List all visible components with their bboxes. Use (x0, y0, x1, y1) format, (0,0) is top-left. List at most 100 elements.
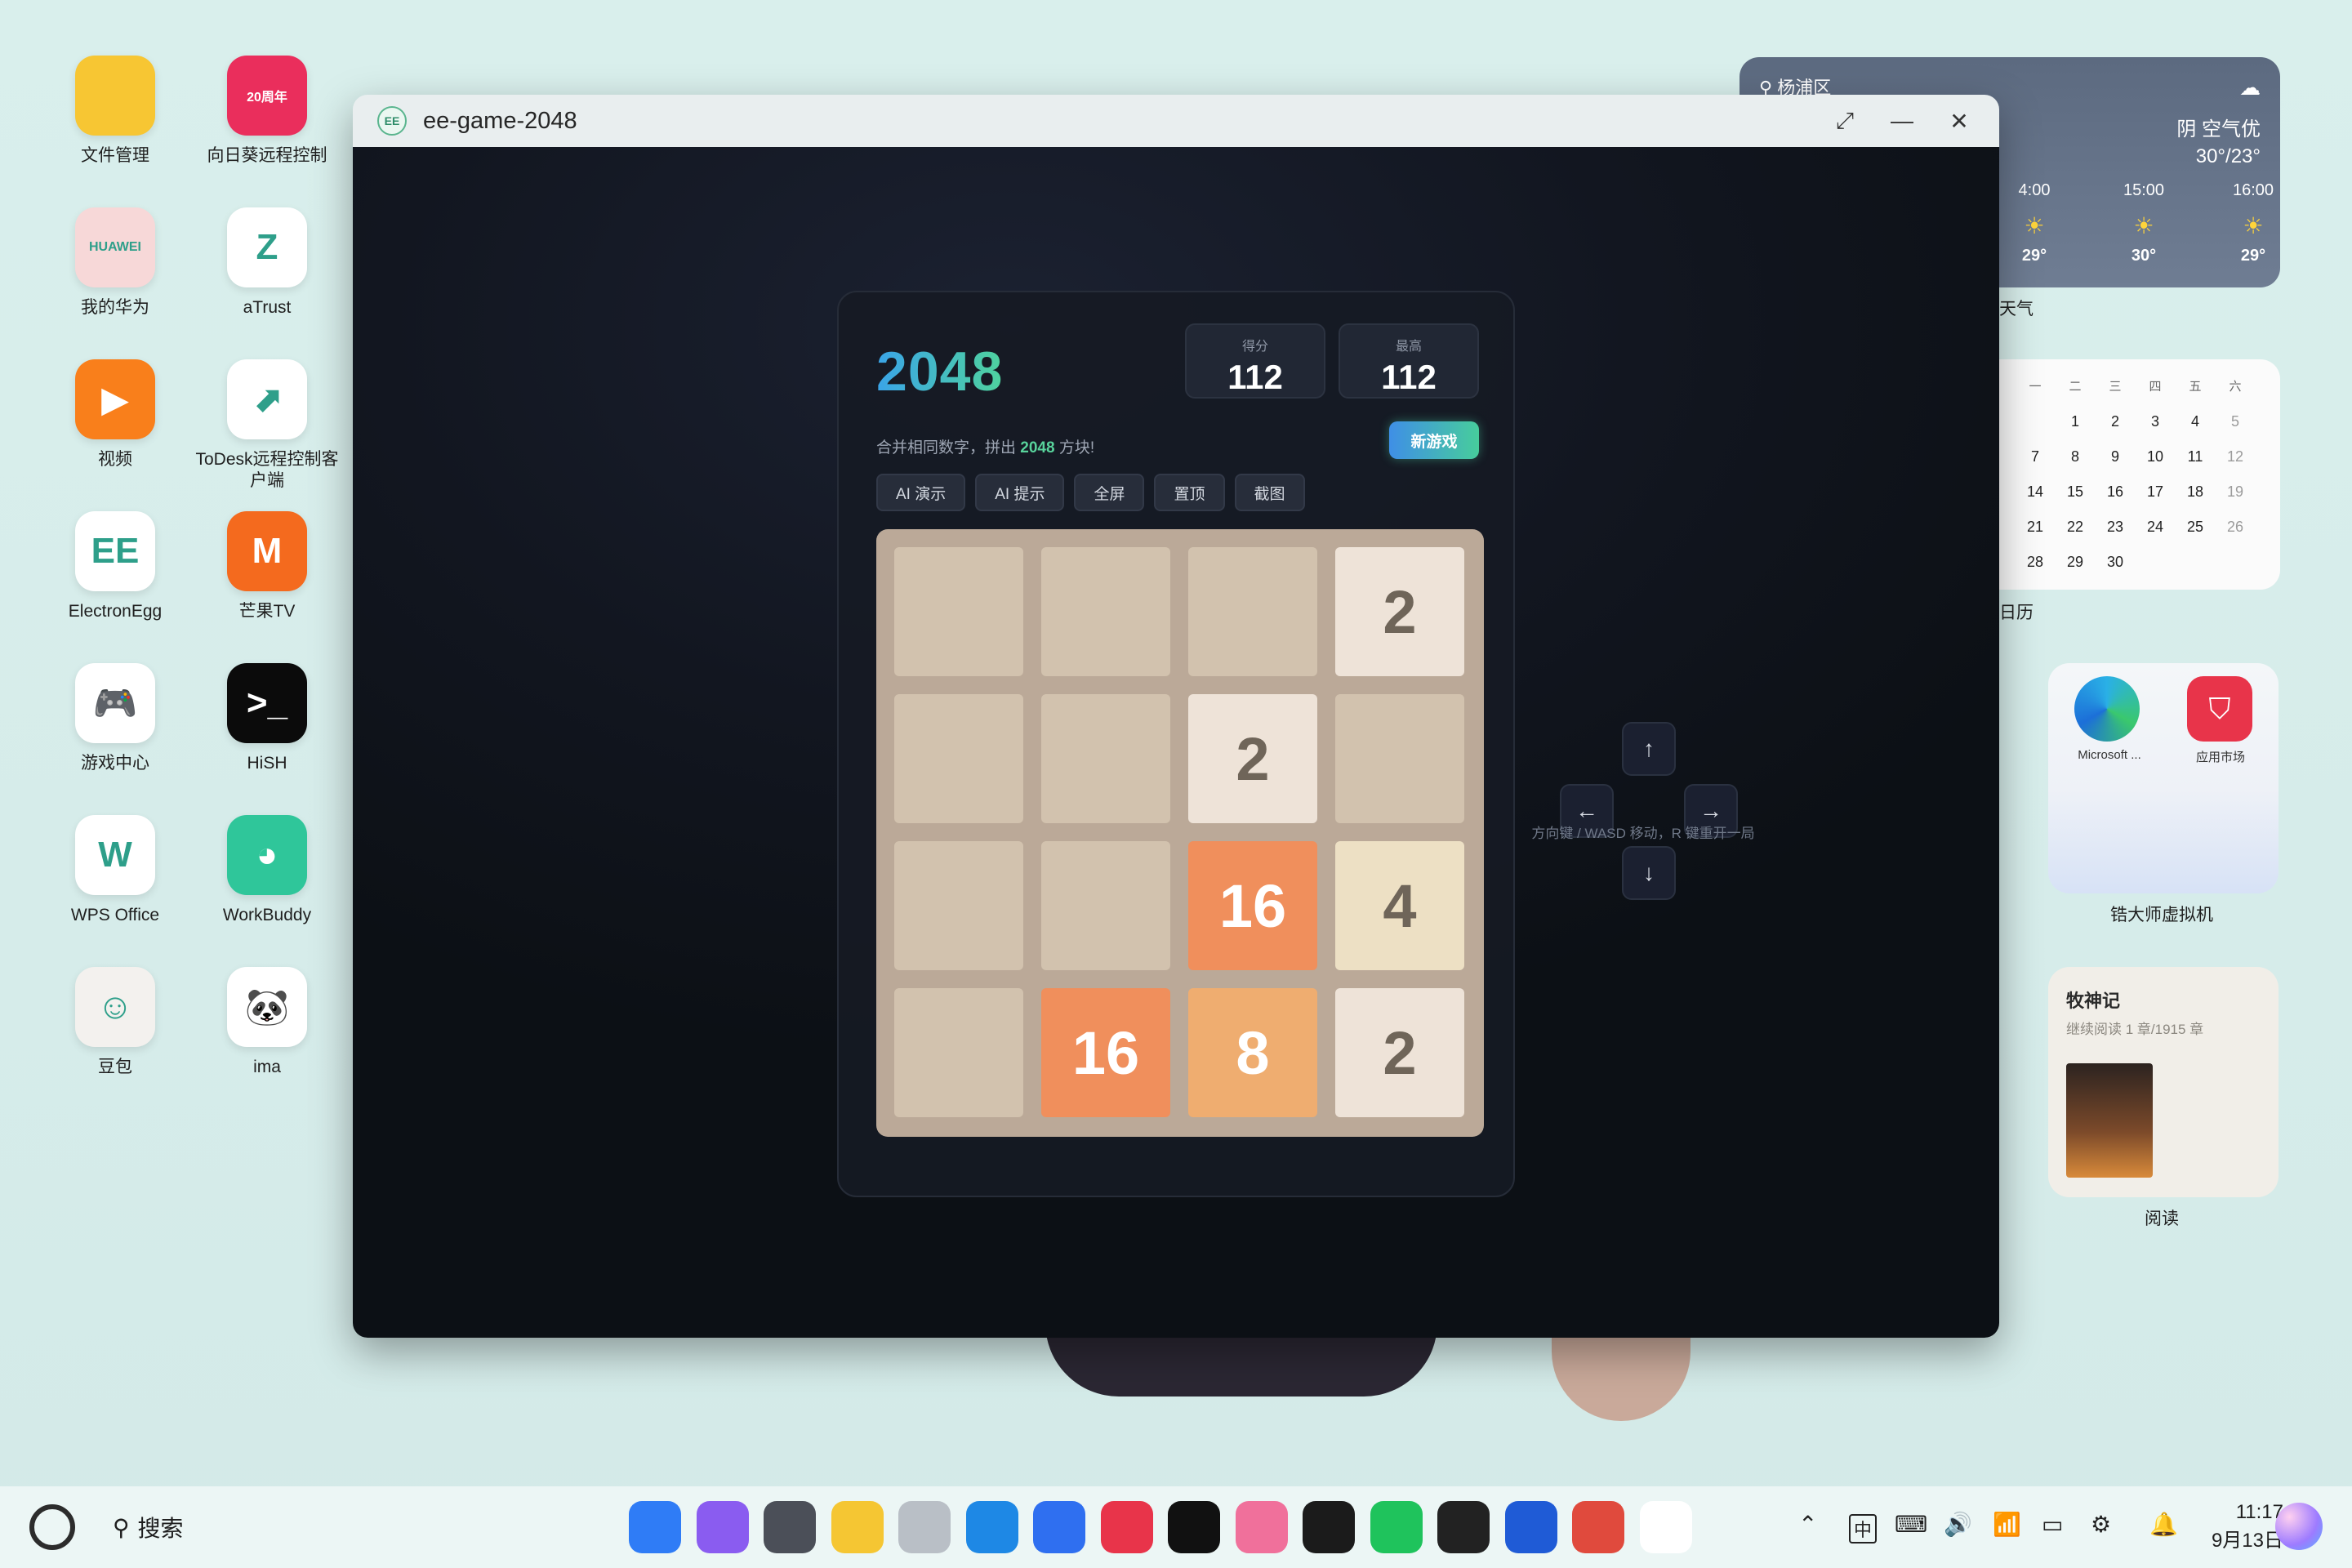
calendar-day[interactable]: 16 (2097, 483, 2133, 501)
desktop-icon[interactable]: 文件管理 (38, 56, 193, 167)
calendar-day[interactable]: 23 (2097, 519, 2133, 536)
video-play-icon[interactable]: ▶ (75, 359, 155, 439)
start-button[interactable] (29, 1504, 75, 1550)
huawei-icon[interactable]: HUAWEI (75, 207, 155, 287)
doubao-avatar-icon[interactable]: ☺ (75, 967, 155, 1047)
control-center-icon[interactable]: ⚙ (2091, 1511, 2111, 1538)
workbuddy-icon[interactable]: ◕ (227, 815, 307, 895)
arrow-up-button[interactable]: ↑ (1622, 722, 1676, 776)
calendar-day[interactable]: 9 (2097, 448, 2133, 466)
terminal-icon[interactable]: >_ (227, 663, 307, 743)
toolbar-button[interactable]: AI 提示 (975, 474, 1065, 511)
calendar-day[interactable]: 2 (2097, 413, 2133, 430)
desktop-icon[interactable]: 🎮 游戏中心 (38, 663, 193, 774)
arrow-down-button[interactable]: ↓ (1622, 846, 1676, 900)
window-titlebar[interactable]: EE ee-game-2048 ⤢ — ✕ (353, 95, 1999, 147)
electronegg-icon[interactable]: EE (75, 511, 155, 591)
calendar-day[interactable]: 30 (2097, 554, 2133, 571)
chevron-up-icon[interactable]: ⌃ (1798, 1511, 1817, 1538)
panda-icon[interactable]: 🐼 (227, 967, 307, 1047)
game-board[interactable]: 2 2 16 4 16 8 2 (876, 529, 1484, 1137)
desktop-icon[interactable]: M 芒果TV (189, 511, 345, 622)
desktop-icon[interactable]: >_ HiSH (189, 663, 345, 774)
calendar-day[interactable]: 5 (2217, 413, 2253, 430)
desktop-icon[interactable]: HUAWEI 我的华为 (38, 207, 193, 318)
appgallery-icon[interactable] (1100, 1501, 1153, 1553)
desktop-icon[interactable]: ◕ WorkBuddy (189, 815, 345, 926)
tiktok-icon[interactable] (1168, 1501, 1220, 1553)
multiwindow-icon[interactable] (696, 1501, 749, 1553)
wps-icon[interactable]: W (75, 815, 155, 895)
calendar-day[interactable]: 11 (2177, 448, 2213, 466)
desktop-icon[interactable]: 🐼 ima (189, 967, 345, 1078)
ime-indicator[interactable]: 中 (1849, 1514, 1878, 1544)
calendar-day[interactable]: 14 (2017, 483, 2053, 501)
minimize-icon[interactable]: — (1873, 95, 1931, 147)
game-window[interactable]: EE ee-game-2048 ⤢ — ✕ 2048 得分 112 最高 112… (353, 95, 1999, 1338)
calendar-day[interactable]: 28 (2017, 554, 2053, 571)
sunflower-icon[interactable]: 20周年 (227, 56, 307, 136)
maximize-icon[interactable]: ⤢ (1816, 95, 1873, 147)
calendar-day[interactable]: 18 (2177, 483, 2213, 501)
calendar-day[interactable]: 29 (2057, 554, 2093, 571)
app-grid-icon[interactable] (629, 1501, 681, 1553)
settings-icon[interactable] (764, 1501, 816, 1553)
trash-icon[interactable] (898, 1501, 951, 1553)
calendar-day[interactable]: 1 (2057, 413, 2093, 430)
new-game-button[interactable]: 新游戏 (1389, 421, 1479, 459)
calendar-day[interactable]: 10 (2137, 448, 2173, 466)
edge-icon[interactable] (2074, 676, 2140, 742)
mail-icon[interactable] (1033, 1501, 1085, 1553)
calendar-day[interactable]: 12 (2217, 448, 2253, 466)
app-folder-widget[interactable]: Microsoft ... ⛉ 应用市场 (2048, 663, 2278, 893)
atrust-icon[interactable]: Z (227, 207, 307, 287)
flight-icon[interactable] (1504, 1501, 1557, 1553)
desktop-icon[interactable]: ▶ 视频 (38, 359, 193, 470)
calendar-day[interactable]: 4 (2177, 413, 2213, 430)
calendar-day[interactable]: 8 (2057, 448, 2093, 466)
notification-bell-icon[interactable]: 🔔 (2149, 1511, 2178, 1538)
reading-widget[interactable]: 牧神记 继续阅读 1 章/1915 章 (2048, 967, 2278, 1197)
desktop-icon[interactable]: 20周年 向日葵远程控制 (189, 56, 345, 167)
calendar-day[interactable]: 22 (2057, 519, 2093, 536)
close-icon[interactable]: ✕ (1931, 95, 1988, 147)
volume-icon[interactable]: 🔊 (1944, 1511, 1972, 1538)
mangotv-icon[interactable]: M (227, 511, 307, 591)
assistant-orb-icon[interactable] (2275, 1503, 2323, 1550)
appgallery-icon[interactable]: ⛉ (2187, 676, 2252, 742)
search-button[interactable]: ⚲ 搜索 (113, 1511, 184, 1544)
wechat-icon[interactable] (1370, 1501, 1423, 1553)
browser-icon[interactable] (965, 1501, 1018, 1553)
toolbar-button[interactable]: 置顶 (1154, 474, 1225, 511)
toolbar-button[interactable]: AI 演示 (876, 474, 966, 511)
wifi-icon[interactable]: 📶 (1993, 1511, 2021, 1538)
desktop-icon[interactable]: W WPS Office (38, 815, 193, 926)
electronegg-icon[interactable] (1639, 1501, 1692, 1553)
calendar-day[interactable]: 3 (2137, 413, 2173, 430)
toolbar-button[interactable]: 全屏 (1074, 474, 1145, 511)
layers-icon[interactable] (1437, 1501, 1490, 1553)
calendar-day[interactable]: 7 (2017, 448, 2053, 466)
calendar-day[interactable]: 26 (2217, 519, 2253, 536)
desktop-icon[interactable]: EE ElectronEgg (38, 511, 193, 622)
gamepad-icon[interactable]: 🎮 (75, 663, 155, 743)
calendar-day[interactable]: 25 (2177, 519, 2213, 536)
desktop-icon[interactable]: ☺ 豆包 (38, 967, 193, 1078)
terminal-icon[interactable] (1303, 1501, 1355, 1553)
desktop-icon[interactable]: ZaTrust (189, 207, 345, 318)
calendar-day[interactable]: 17 (2137, 483, 2173, 501)
calendar-day[interactable]: 21 (2017, 519, 2053, 536)
calendar-day[interactable]: 24 (2137, 519, 2173, 536)
desktop-icon[interactable]: ⬈ ToDesk远程控制客户端 (189, 359, 345, 492)
bilibili-icon[interactable] (1235, 1501, 1288, 1553)
todesk-icon[interactable]: ⬈ (227, 359, 307, 439)
calendar-day[interactable]: 15 (2057, 483, 2093, 501)
folder-icon[interactable] (75, 56, 155, 136)
battery-icon[interactable]: ▭ (2042, 1511, 2063, 1538)
sync-icon[interactable] (1572, 1501, 1624, 1553)
clock[interactable]: 11:17 9月13日 (2205, 1501, 2283, 1552)
toolbar-button[interactable]: 截图 (1234, 474, 1305, 511)
keyboard-icon[interactable]: ⌨ (1895, 1511, 1927, 1538)
calendar-day[interactable]: 19 (2217, 483, 2253, 501)
files-icon[interactable] (831, 1501, 884, 1553)
